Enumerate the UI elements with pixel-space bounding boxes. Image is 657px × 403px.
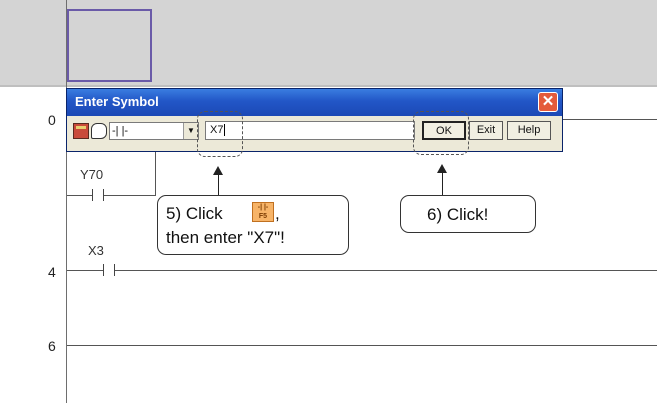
step5-text-comma: , (275, 204, 280, 223)
comment-icon[interactable] (91, 123, 107, 139)
branch-line (67, 195, 155, 196)
arrow-line-step6 (442, 173, 443, 195)
help-button[interactable]: Help (507, 121, 551, 140)
rung-number-4: 4 (48, 264, 56, 280)
dialog-titlebar[interactable]: Enter Symbol ✕ (67, 89, 562, 116)
arrow-head-step5 (213, 166, 223, 175)
edit-cursor[interactable] (67, 9, 152, 82)
rung-4-line (67, 270, 657, 271)
ok-highlight (413, 111, 469, 155)
rung-number-0: 0 (48, 112, 56, 128)
contact-label-y70: Y70 (80, 167, 104, 182)
close-button[interactable]: ✕ (538, 92, 558, 112)
step5-text-line2: then enter "X7"! (166, 228, 285, 247)
contact-label-x3: X3 (88, 243, 104, 258)
contact-x3[interactable] (103, 264, 115, 276)
callout-step6: 6) Click! (400, 195, 536, 233)
symbol-type-select[interactable]: -| |- ▼ (109, 122, 199, 140)
device-list-icon[interactable] (73, 123, 89, 139)
f5-key-icon: -| |- F5 (252, 202, 274, 222)
branch-vertical-line (155, 152, 156, 196)
rung-6-line (67, 345, 657, 346)
chevron-down-icon[interactable]: ▼ (183, 123, 198, 139)
contact-y70[interactable] (92, 189, 104, 201)
step6-text: 6) Click! (427, 205, 489, 224)
f5-key-symbol: -| |- (257, 204, 269, 211)
arrow-line-step5 (218, 175, 219, 195)
arrow-head-step6 (437, 164, 447, 173)
input-highlight (197, 111, 243, 157)
enter-symbol-dialog: Enter Symbol ✕ -| |- ▼ X7 OK Exit Help (66, 88, 563, 152)
step5-text-line1: 5) Click (166, 204, 223, 223)
exit-button[interactable]: Exit (469, 121, 503, 140)
dialog-title: Enter Symbol (75, 94, 159, 109)
rung-number-6: 6 (48, 338, 56, 354)
callout-step5: 5) Click -| |- F5 , then enter "X7"! (157, 195, 349, 255)
close-icon: ✕ (541, 93, 555, 110)
f5-key-label: F5 (258, 213, 268, 220)
dialog-toolbar: -| |- ▼ X7 OK Exit Help (67, 116, 562, 151)
header-divider (0, 85, 657, 87)
symbol-type-value: -| |- (112, 125, 129, 137)
